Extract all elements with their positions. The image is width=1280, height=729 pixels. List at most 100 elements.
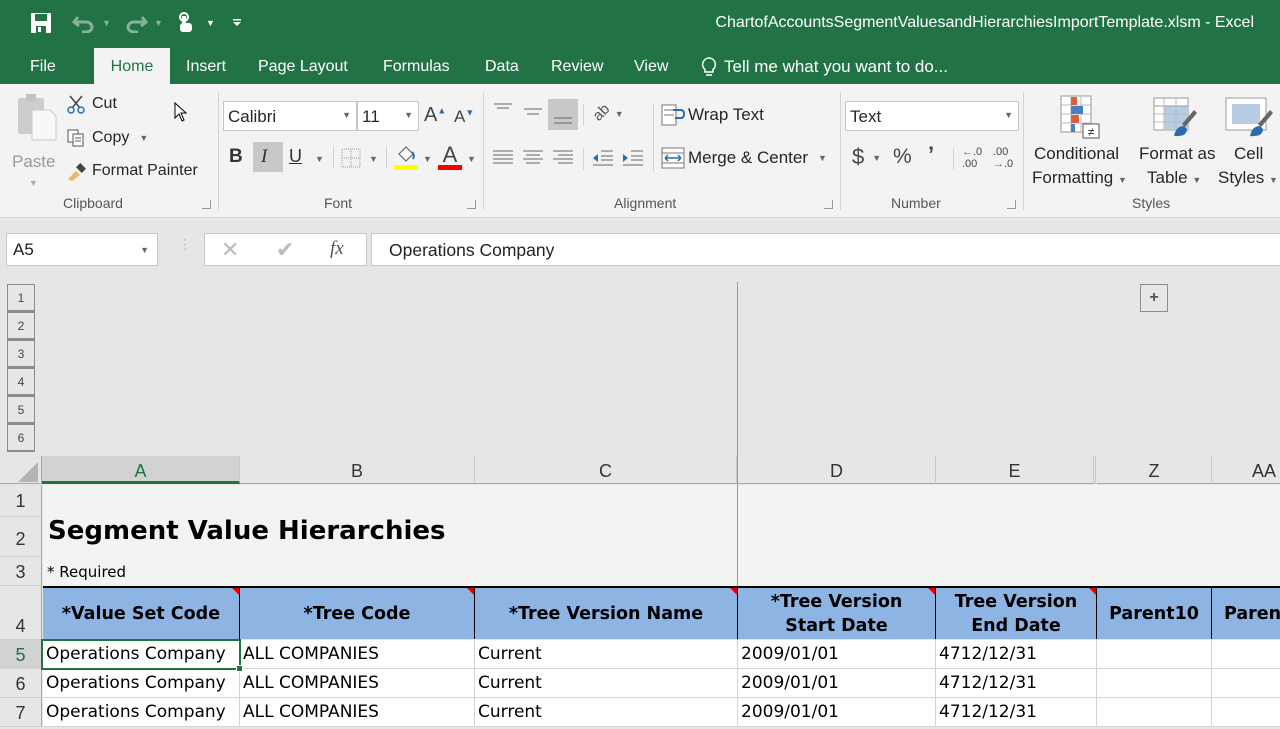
cell-r7-c3[interactable]: Current [475, 698, 738, 727]
tab-data[interactable]: Data [473, 48, 531, 84]
header-tree-version-start-date[interactable]: *Tree Version Start Date [738, 586, 936, 639]
orientation-button[interactable]: ab▼ [589, 101, 623, 125]
row-header-2[interactable]: 2 [0, 517, 42, 557]
tab-page-layout[interactable]: Page Layout [246, 48, 360, 84]
outline-level-6[interactable]: 6 [7, 424, 35, 452]
expand-group-button[interactable]: + [1140, 284, 1168, 312]
tab-view[interactable]: View [622, 48, 680, 84]
formula-input[interactable]: Operations Company [371, 233, 1280, 266]
borders-dropdown[interactable]: ▼ [369, 154, 378, 164]
align-right-button[interactable] [552, 148, 574, 168]
cut-button[interactable]: Cut [66, 94, 117, 114]
cell-r6-c4[interactable]: 2009/01/01 [738, 669, 936, 698]
row-header-1[interactable]: 1 [0, 485, 42, 517]
tab-review[interactable]: Review [539, 48, 615, 84]
column-header-c[interactable]: C [475, 456, 737, 484]
format-as-table-button[interactable]: Format as Table ▼ [1134, 92, 1216, 192]
cell-r5-c2[interactable]: ALL COMPANIES [240, 640, 475, 669]
cell-styles-button[interactable]: Cell Styles ▼ [1218, 92, 1280, 192]
cell-r7-c4[interactable]: 2009/01/01 [738, 698, 936, 727]
tell-me-box[interactable]: Tell me what you want to do... [700, 56, 948, 78]
increase-indent-button[interactable] [621, 148, 645, 168]
cell-r6-c5[interactable]: 4712/12/31 [936, 669, 1097, 698]
select-all-button[interactable] [0, 456, 42, 484]
increase-font-size-button[interactable]: A▲ [424, 104, 446, 127]
cell-r5-c5[interactable]: 4712/12/31 [936, 640, 1097, 669]
header-tree-code[interactable]: *Tree Code [240, 586, 475, 639]
conditional-formatting-button[interactable]: ≠ Conditional Formatting ▼ [1032, 92, 1130, 192]
clipboard-launcher[interactable] [202, 200, 211, 209]
tab-insert[interactable]: Insert [174, 48, 238, 84]
undo-button[interactable]: ▼ [72, 10, 111, 36]
number-format-combo[interactable]: Text ▼ [845, 101, 1019, 131]
cell-r6-c2[interactable]: ALL COMPANIES [240, 669, 475, 698]
borders-button[interactable] [341, 148, 361, 173]
sheet-title[interactable]: Segment Value Hierarchies [45, 516, 445, 546]
header-parent10[interactable]: Parent10 [1097, 586, 1212, 639]
formula-bar-resize-handle[interactable]: ⋮ [178, 237, 192, 251]
underline-dropdown[interactable]: ▼ [315, 154, 324, 164]
underline-button[interactable]: U [289, 146, 302, 167]
tab-file[interactable]: File [18, 48, 68, 84]
column-header-a[interactable]: A [42, 456, 240, 484]
font-size-combo[interactable]: 11 ▼ [357, 101, 419, 131]
decrease-font-size-button[interactable]: A▼ [454, 107, 474, 127]
confirm-formula-icon[interactable]: ✔ [276, 237, 294, 263]
cell-r7-c6[interactable] [1097, 698, 1212, 727]
tab-formulas[interactable]: Formulas [371, 48, 462, 84]
alignment-launcher[interactable] [824, 200, 833, 209]
outline-level-1[interactable]: 1 [7, 284, 35, 312]
cancel-formula-icon[interactable]: ✕ [221, 237, 239, 263]
cell-r5-c6[interactable] [1097, 640, 1212, 669]
customize-qat-button[interactable] [232, 10, 242, 36]
number-launcher[interactable] [1007, 200, 1016, 209]
bold-button[interactable]: B [229, 146, 243, 168]
cell-r7-c1[interactable]: Operations Company [43, 698, 240, 727]
column-header-b[interactable]: B [240, 456, 475, 484]
merge-center-button[interactable]: Merge & Center ▼ [661, 147, 827, 169]
fill-handle[interactable] [236, 665, 243, 672]
copy-button[interactable]: Copy ▼ [66, 128, 148, 148]
font-name-combo[interactable]: Calibri ▼ [223, 101, 357, 131]
align-center-button[interactable] [522, 148, 544, 168]
outline-level-5[interactable]: 5 [7, 396, 35, 424]
decrease-indent-button[interactable] [591, 148, 615, 168]
insert-function-icon[interactable]: fx [330, 238, 344, 260]
fill-color-button[interactable] [394, 144, 418, 177]
header-value-set-code[interactable]: *Value Set Code [43, 586, 240, 639]
increase-decimal-button[interactable]: ←.0.00 [962, 146, 982, 170]
required-note[interactable]: * Required [44, 563, 126, 581]
currency-button[interactable]: $ ▼ [852, 144, 881, 170]
column-header-d[interactable]: D [738, 456, 936, 484]
save-button[interactable] [30, 10, 52, 36]
paste-button[interactable]: Paste ▼ [12, 92, 57, 188]
outline-level-3[interactable]: 3 [7, 340, 35, 368]
cell-r5-c3[interactable]: Current [475, 640, 738, 669]
cell-r7-c2[interactable]: ALL COMPANIES [240, 698, 475, 727]
header-tree-version-name[interactable]: *Tree Version Name [475, 586, 738, 639]
header-tree-version-end-date[interactable]: Tree Version End Date [936, 586, 1097, 639]
row-header-3[interactable]: 3 [0, 557, 42, 586]
tab-home[interactable]: Home [94, 48, 170, 84]
percent-button[interactable]: % [893, 145, 912, 169]
cell-r5-c4[interactable]: 2009/01/01 [738, 640, 936, 669]
cell-r7-c5[interactable]: 4712/12/31 [936, 698, 1097, 727]
column-header-z[interactable]: Z [1097, 456, 1212, 484]
row-header-6[interactable]: 6 [0, 669, 42, 698]
header-parent9[interactable]: Paren [1212, 586, 1280, 639]
name-box[interactable]: A5 ▼ [6, 233, 158, 266]
bottom-align-button[interactable] [552, 110, 574, 126]
fill-color-dropdown[interactable]: ▼ [423, 154, 432, 164]
row-header-7[interactable]: 7 [0, 698, 42, 727]
column-header-aa[interactable]: AA [1212, 456, 1280, 484]
format-painter-button[interactable]: Format Painter [66, 161, 198, 181]
font-color-button[interactable]: A [437, 142, 463, 177]
cell-r6-c3[interactable]: Current [475, 669, 738, 698]
font-launcher[interactable] [467, 200, 476, 209]
redo-button[interactable]: ▼ [124, 10, 163, 36]
cell-r7-c7[interactable] [1212, 698, 1280, 727]
decrease-decimal-button[interactable]: .00 →.0 [993, 146, 1013, 170]
row-header-4[interactable]: 4 [0, 586, 42, 640]
top-align-button[interactable] [492, 102, 514, 116]
font-color-dropdown[interactable]: ▼ [467, 154, 476, 164]
